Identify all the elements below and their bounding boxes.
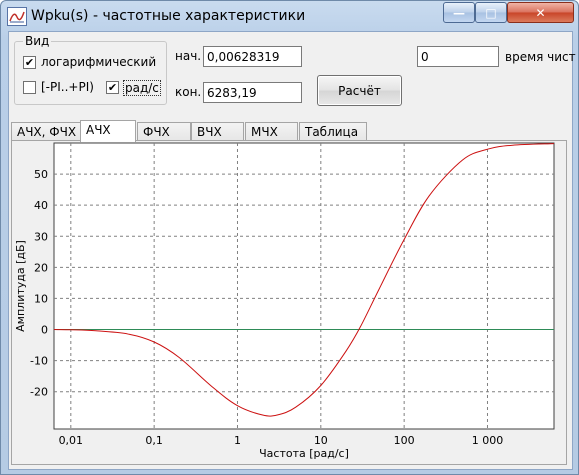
close-icon: ✕ [535,5,546,20]
y-tick-label: 40 [34,199,48,212]
y-tick-label: -20 [30,386,48,399]
x-tick-label: 10 [314,434,328,447]
end-freq-input[interactable] [203,82,302,103]
maximize-button[interactable]: □ [475,2,507,23]
start-freq-label: нач. [175,49,202,63]
client-area: Вид ✔ логарифмический [-PI..+PI) ✔ рад/с… [8,31,576,470]
tab-strip: АЧХ, ФЧХ АЧХ ФЧХ ВЧХ МЧХ Таблица [11,120,567,142]
tab-imaginary[interactable]: МЧХ [245,122,298,141]
x-tick-label: 100 [394,434,415,447]
calculate-button[interactable]: Расчёт [317,75,402,106]
tab-amplitude[interactable]: АЧХ [80,120,136,142]
x-tick-label: 1 000 [472,434,504,447]
start-freq-input[interactable] [203,46,302,67]
chart-panel: 0,01 0,1 1 10 100 1 000 -20 -10 0 10 20 30 40 50 Част… [11,140,567,465]
pi-range-label: [-PI..+PI) [41,80,94,94]
time-label: время чист [505,50,576,64]
chart-app-icon [7,7,27,26]
end-freq-label: кон. [175,85,202,99]
amplitude-chart[interactable]: 0,01 0,1 1 10 100 1 000 -20 -10 0 10 20 30 40 50 Част… [12,141,566,464]
rad-units-label: рад/с [123,80,161,96]
tab-amp-phase[interactable]: АЧХ, ФЧХ [11,122,81,141]
rad-units-checkbox[interactable]: ✔ [106,81,119,94]
minimize-icon: — [453,5,465,20]
x-tick-label: 1 [234,434,241,447]
y-tick-label: 10 [34,292,48,305]
maximize-icon: □ [485,5,497,20]
window-title: Wpku(s) - частотные характеристики [31,8,306,24]
x-tick-label: 0,01 [59,434,84,447]
close-button[interactable]: ✕ [507,2,574,23]
y-tick-label: 0 [41,324,48,337]
log-scale-checkbox[interactable]: ✔ [23,56,36,69]
view-groupbox: Вид ✔ логарифмический [-PI..+PI) ✔ рад/с [14,34,167,105]
plot-area [53,142,555,430]
tab-phase[interactable]: ФЧХ [137,122,191,141]
tab-real[interactable]: ВЧХ [191,122,244,141]
app-window: Wpku(s) - частотные характеристики — □ ✕… [0,0,579,475]
y-axis-label: Амплитуда [дБ] [14,240,27,332]
log-scale-label: логарифмический [41,55,157,69]
view-group-title: Вид [23,34,52,48]
x-tick-label: 0,1 [145,434,163,447]
x-axis-label: Частота [рад/с] [259,447,349,460]
y-tick-label: 50 [34,168,48,181]
y-tick-label: 20 [34,261,48,274]
y-tick-label: 30 [34,230,48,243]
tab-table[interactable]: Таблица [299,122,367,141]
y-tick-label: -10 [30,355,48,368]
title-bar[interactable]: Wpku(s) - частотные характеристики — □ ✕ [1,1,578,31]
minimize-button[interactable]: — [443,2,475,23]
time-input[interactable] [417,46,499,67]
pi-range-checkbox[interactable] [23,81,36,94]
